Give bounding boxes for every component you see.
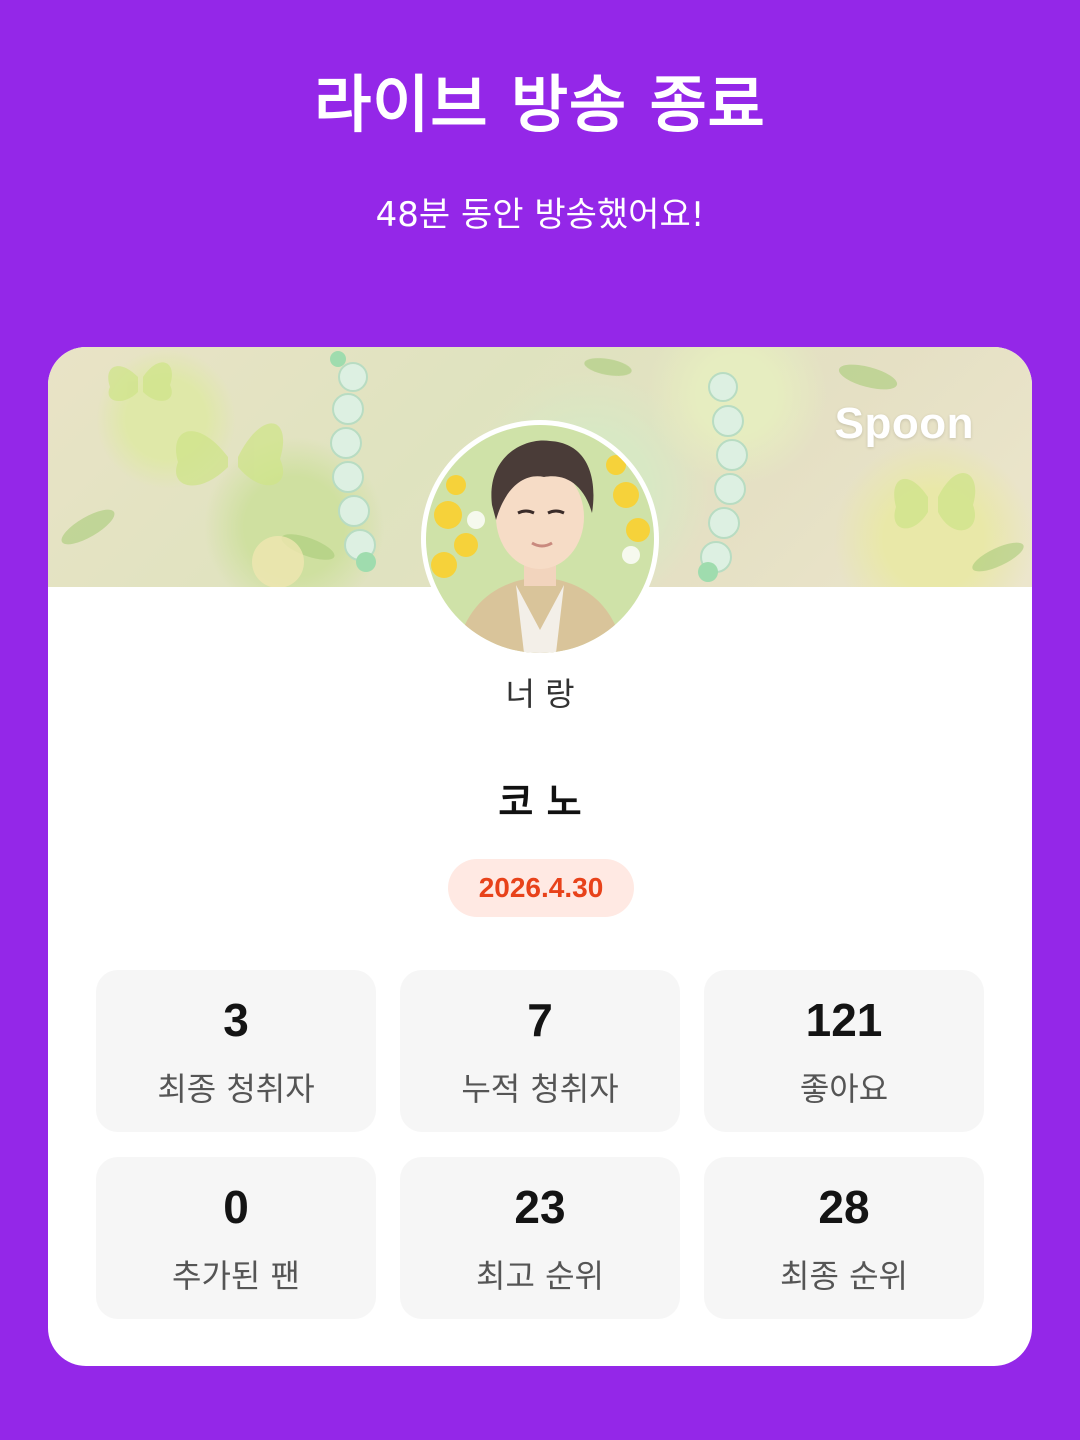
stat-label: 최고 순위 bbox=[476, 1257, 604, 1295]
live-title: 너 랑 bbox=[505, 675, 575, 713]
stat-final-listeners: 3 최종 청취자 bbox=[96, 970, 376, 1132]
stat-label: 좋아요 bbox=[799, 1070, 889, 1108]
stat-value: 28 bbox=[818, 1181, 870, 1233]
broadcast-duration-text: 48분 동안 방송했어요! bbox=[375, 195, 705, 235]
avatar bbox=[421, 420, 659, 658]
stat-value: 23 bbox=[514, 1181, 566, 1233]
broadcast-summary-card: Spoon 너 랑 코 노 2026.4.30 3 최종 청취자 7 누적 청취… bbox=[48, 347, 1032, 1366]
stat-total-listeners: 7 누적 청취자 bbox=[400, 970, 680, 1132]
stat-label: 최종 청취자 bbox=[157, 1070, 315, 1108]
stat-value: 121 bbox=[805, 994, 883, 1046]
date-badge: 2026.4.30 bbox=[448, 859, 634, 917]
stat-label: 추가된 팬 bbox=[172, 1257, 300, 1295]
stat-value: 3 bbox=[223, 994, 249, 1046]
stat-final-rank: 28 최종 순위 bbox=[704, 1157, 984, 1319]
stat-value: 7 bbox=[527, 994, 553, 1046]
stat-best-rank: 23 최고 순위 bbox=[400, 1157, 680, 1319]
host-name: 코 노 bbox=[498, 780, 582, 824]
stat-value: 0 bbox=[223, 1181, 249, 1233]
spoon-logo: Spoon bbox=[834, 399, 974, 448]
stat-label: 누적 청취자 bbox=[461, 1070, 619, 1108]
stat-likes: 121 좋아요 bbox=[704, 970, 984, 1132]
page-title: 라이브 방송 종료 bbox=[314, 68, 766, 141]
profile-illustration bbox=[426, 425, 654, 653]
stat-new-fans: 0 추가된 팬 bbox=[96, 1157, 376, 1319]
stat-label: 최종 순위 bbox=[780, 1257, 908, 1295]
